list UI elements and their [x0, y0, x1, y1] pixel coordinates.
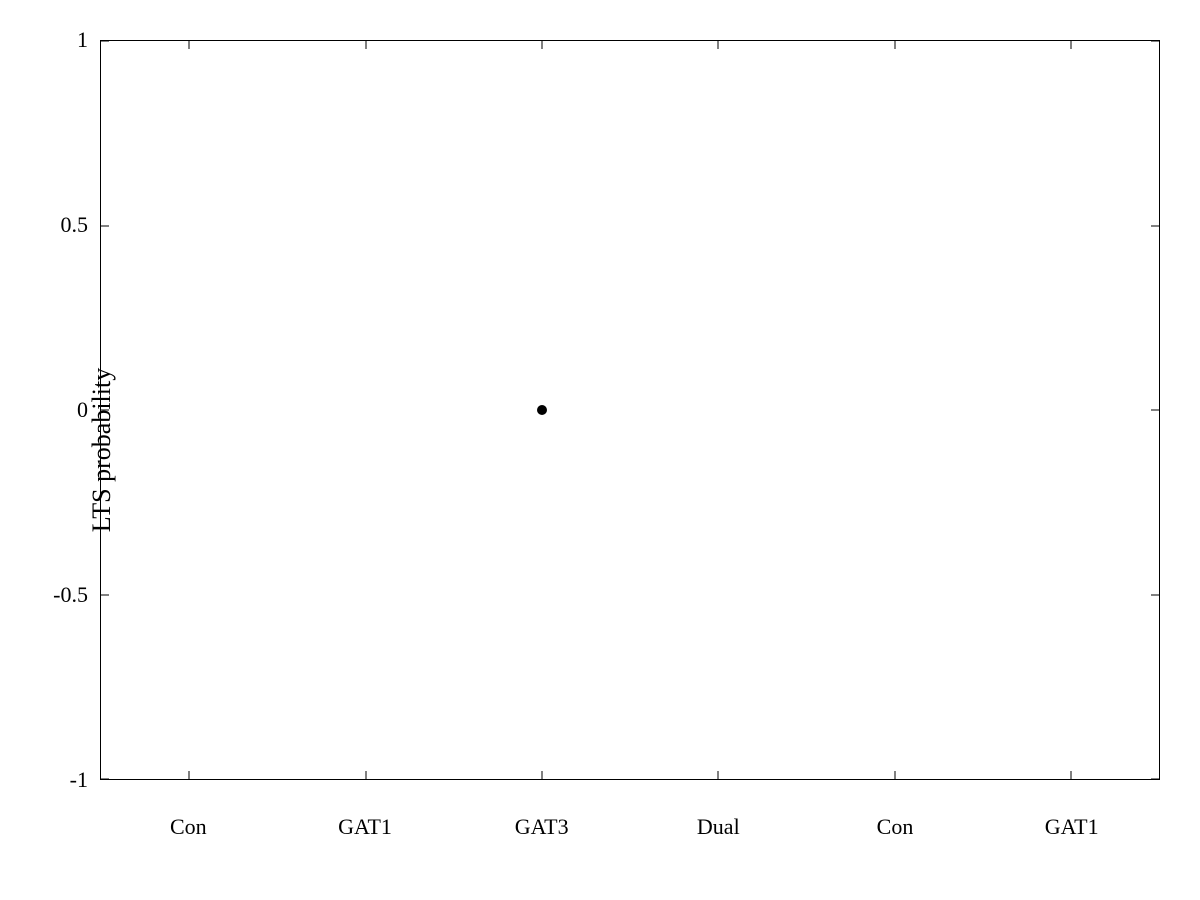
x-label-dual: Dual: [697, 814, 740, 840]
x-label-gat3: GAT3: [515, 814, 569, 840]
tick-bottom-gat1b: [1070, 771, 1071, 779]
x-label-con1: Con: [170, 814, 207, 840]
tick-bottom-dual: [718, 771, 719, 779]
tick-top-dual: [718, 41, 719, 49]
x-label-con2: Con: [877, 814, 914, 840]
tick-top-gat1b: [1070, 41, 1071, 49]
tick-bottom-gat3: [541, 771, 542, 779]
data-point-gat3: [537, 405, 547, 415]
tick-right-1: [1151, 41, 1159, 42]
tick-right-0: [1151, 410, 1159, 411]
tick-right-05: [1151, 225, 1159, 226]
y-label-05: 0.5: [61, 212, 89, 238]
y-label-1: 1: [77, 27, 88, 53]
tick-left-1: [101, 41, 109, 42]
y-label-0: 0: [77, 397, 88, 423]
y-axis-labels: 1 0.5 0 -0.5 -1: [0, 40, 100, 780]
tick-bottom-con1: [189, 771, 190, 779]
x-label-gat1b: GAT1: [1045, 814, 1099, 840]
tick-top-gat3: [541, 41, 542, 49]
tick-left-n05: [101, 594, 109, 595]
tick-top-gat1: [365, 41, 366, 49]
tick-left-05: [101, 225, 109, 226]
y-label-n1: -1: [70, 767, 88, 793]
y-label-n05: -0.5: [53, 582, 88, 608]
tick-bottom-gat1: [365, 771, 366, 779]
chart-area: [100, 40, 1160, 780]
tick-right-n05: [1151, 594, 1159, 595]
chart-container: LTS probability 1 0.5 0 -0.5 -1: [0, 0, 1200, 900]
tick-top-con2: [894, 41, 895, 49]
x-axis-labels: Con GAT1 GAT3 Dual Con GAT1: [100, 780, 1160, 860]
tick-top-con1: [189, 41, 190, 49]
tick-bottom-con2: [894, 771, 895, 779]
x-label-gat1: GAT1: [338, 814, 392, 840]
tick-left-0: [101, 410, 109, 411]
